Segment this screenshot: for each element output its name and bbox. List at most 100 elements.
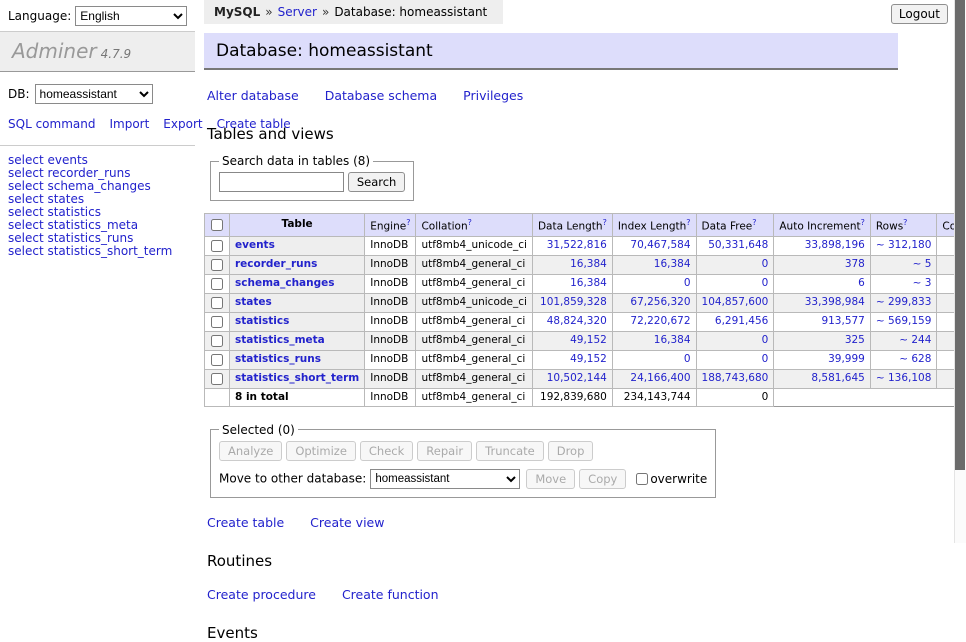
- drop-button[interactable]: Drop: [548, 441, 594, 461]
- cell-index-length[interactable]: 70,467,584: [612, 236, 696, 255]
- help-link-icon[interactable]: ?: [406, 218, 410, 227]
- cell-index-length[interactable]: 0: [612, 274, 696, 293]
- help-link-icon[interactable]: ?: [603, 218, 607, 227]
- row-checkbox[interactable]: [211, 335, 223, 347]
- cell-auto-increment[interactable]: 33,898,196: [774, 236, 871, 255]
- table-name-link[interactable]: statistics: [235, 315, 289, 327]
- optimize-button[interactable]: Optimize: [286, 441, 356, 461]
- cell-auto-increment[interactable]: 6: [774, 274, 871, 293]
- cell-rows[interactable]: ~ 136,108: [870, 369, 937, 388]
- sidebar-action-sql-command[interactable]: SQL command: [8, 117, 95, 131]
- sidebar-select-statistics_short_term[interactable]: select statistics_short_term: [8, 245, 187, 258]
- cell-data-length[interactable]: 16,384: [532, 274, 612, 293]
- help-link-icon[interactable]: ?: [903, 218, 907, 227]
- row-checkbox[interactable]: [211, 373, 223, 385]
- cell-rows[interactable]: ~ 244: [870, 331, 937, 350]
- cell-auto-increment[interactable]: 378: [774, 255, 871, 274]
- cell-data-free[interactable]: 0: [696, 331, 774, 350]
- cell-rows[interactable]: ~ 5: [870, 255, 937, 274]
- cell-data-free[interactable]: 6,291,456: [696, 312, 774, 331]
- analyze-button[interactable]: Analyze: [219, 441, 282, 461]
- cell-data-length[interactable]: 10,502,144: [532, 369, 612, 388]
- db-select[interactable]: homeassistant: [35, 84, 153, 104]
- repair-button[interactable]: Repair: [417, 441, 472, 461]
- table-name-link[interactable]: statistics_runs: [235, 353, 321, 365]
- scrollbar-thumb[interactable]: [955, 0, 965, 470]
- cell-data-free[interactable]: 104,857,600: [696, 293, 774, 312]
- move-database-select[interactable]: homeassistant: [370, 469, 520, 489]
- column-header-index-length: Index Length?: [612, 214, 696, 237]
- create-view-link[interactable]: Create view: [310, 515, 384, 530]
- select-all-checkbox[interactable]: [211, 219, 223, 231]
- search-input[interactable]: [219, 172, 344, 192]
- cell-rows[interactable]: ~ 628: [870, 350, 937, 369]
- cell-data-length[interactable]: 31,522,816: [532, 236, 612, 255]
- help-link-icon[interactable]: ?: [686, 218, 690, 227]
- cell-auto-increment[interactable]: 913,577: [774, 312, 871, 331]
- table-name-link[interactable]: states: [235, 296, 272, 308]
- table-name-link[interactable]: recorder_runs: [235, 258, 317, 270]
- create-table-link[interactable]: Create table: [207, 515, 284, 530]
- cell-rows[interactable]: ~ 569,159: [870, 312, 937, 331]
- cell-data-length[interactable]: 49,152: [532, 331, 612, 350]
- total-ghost-cell: [870, 388, 937, 406]
- app-version[interactable]: 4.7.9: [101, 47, 132, 61]
- help-link-icon[interactable]: ?: [752, 218, 756, 227]
- cell-auto-increment[interactable]: 325: [774, 331, 871, 350]
- create-function-link[interactable]: Create function: [342, 587, 439, 602]
- cell-data-length[interactable]: 101,859,328: [532, 293, 612, 312]
- check-button[interactable]: Check: [360, 441, 413, 461]
- cell-index-length[interactable]: 16,384: [612, 255, 696, 274]
- search-button[interactable]: Search: [348, 172, 406, 192]
- create-procedure-link[interactable]: Create procedure: [207, 587, 316, 602]
- alter-database-link[interactable]: Alter database: [207, 88, 299, 103]
- row-checkbox[interactable]: [211, 354, 223, 366]
- cell-index-length[interactable]: 16,384: [612, 331, 696, 350]
- breadcrumb-server-link[interactable]: Server: [278, 5, 317, 19]
- overwrite-label[interactable]: overwrite: [650, 472, 707, 486]
- overwrite-checkbox[interactable]: [636, 473, 648, 485]
- total-data-free-cell: 0: [696, 388, 774, 406]
- table-name-link[interactable]: statistics_meta: [235, 334, 325, 346]
- cell-rows[interactable]: ~ 312,180: [870, 236, 937, 255]
- row-checkbox[interactable]: [211, 278, 223, 290]
- database-schema-link[interactable]: Database schema: [325, 88, 437, 103]
- logout-button[interactable]: Logout: [891, 4, 948, 24]
- breadcrumb-root[interactable]: MySQL: [214, 5, 260, 19]
- move-button[interactable]: Move: [526, 469, 575, 489]
- language-select[interactable]: English: [75, 6, 187, 26]
- help-link-icon[interactable]: ?: [468, 218, 472, 227]
- row-checkbox[interactable]: [211, 297, 223, 309]
- table-header-row: TableEngine?Collation?Data Length?Index …: [205, 214, 966, 237]
- cell-index-length[interactable]: 24,166,400: [612, 369, 696, 388]
- cell-auto-increment[interactable]: 39,999: [774, 350, 871, 369]
- help-link-icon[interactable]: ?: [861, 218, 865, 227]
- cell-index-length[interactable]: 72,220,672: [612, 312, 696, 331]
- table-name-link[interactable]: schema_changes: [235, 277, 335, 289]
- cell-data-length[interactable]: 48,824,320: [532, 312, 612, 331]
- copy-button[interactable]: Copy: [579, 469, 626, 489]
- table-name-link[interactable]: statistics_short_term: [235, 372, 359, 384]
- scrollbar-track[interactable]: [954, 0, 966, 543]
- table-name-link[interactable]: events: [235, 239, 275, 251]
- sidebar-action-import[interactable]: Import: [109, 117, 149, 131]
- cell-data-free[interactable]: 188,743,680: [696, 369, 774, 388]
- cell-rows[interactable]: ~ 299,833: [870, 293, 937, 312]
- cell-data-length[interactable]: 16,384: [532, 255, 612, 274]
- cell-rows[interactable]: ~ 3: [870, 274, 937, 293]
- truncate-button[interactable]: Truncate: [476, 441, 544, 461]
- cell-data-free[interactable]: 0: [696, 255, 774, 274]
- cell-auto-increment[interactable]: 8,581,645: [774, 369, 871, 388]
- cell-auto-increment[interactable]: 33,398,984: [774, 293, 871, 312]
- sidebar-action-export[interactable]: Export: [163, 117, 202, 131]
- cell-data-free[interactable]: 0: [696, 274, 774, 293]
- cell-data-free[interactable]: 50,331,648: [696, 236, 774, 255]
- row-checkbox[interactable]: [211, 240, 223, 252]
- cell-data-free[interactable]: 0: [696, 350, 774, 369]
- privileges-link[interactable]: Privileges: [463, 88, 523, 103]
- cell-index-length[interactable]: 67,256,320: [612, 293, 696, 312]
- cell-index-length[interactable]: 0: [612, 350, 696, 369]
- cell-data-length[interactable]: 49,152: [532, 350, 612, 369]
- row-checkbox[interactable]: [211, 316, 223, 328]
- row-checkbox[interactable]: [211, 259, 223, 271]
